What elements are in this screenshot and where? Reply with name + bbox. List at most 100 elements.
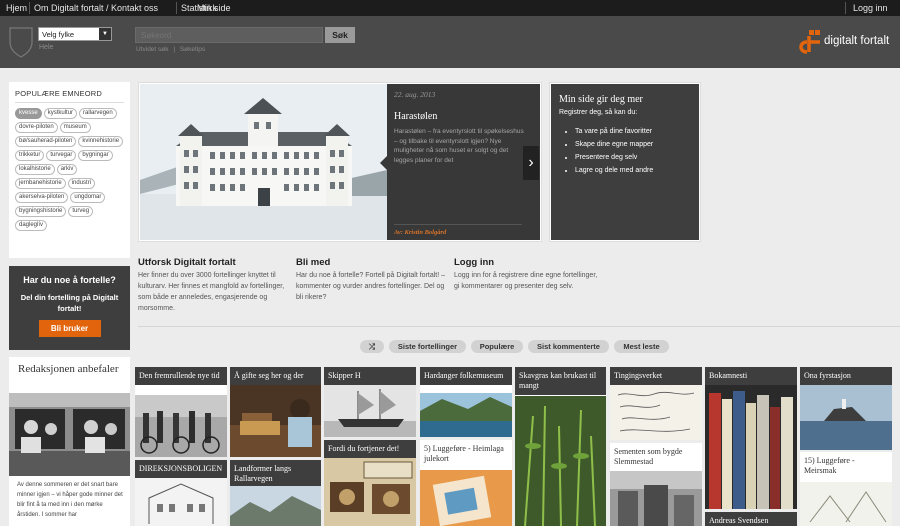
tag-chip[interactable]: museum bbox=[59, 122, 91, 133]
carousel-next-button[interactable]: › bbox=[523, 146, 539, 180]
tag-chip[interactable]: turveg bbox=[68, 206, 94, 217]
tag-chip[interactable]: bø/sauherad-piloten bbox=[15, 136, 77, 147]
story-card[interactable]: Fordi du fortjener det! bbox=[324, 440, 416, 526]
info-login: Logg inn Logg inn for å registrere dine … bbox=[454, 257, 604, 292]
ship-photo bbox=[324, 385, 416, 437]
my-page-promo-title: Min side gir deg mer bbox=[559, 94, 643, 105]
tag-chip[interactable]: kvesse bbox=[15, 108, 42, 119]
recommend-photo[interactable] bbox=[9, 393, 130, 476]
cyclists-photo bbox=[135, 395, 227, 457]
advanced-search-link[interactable]: Utvidet søk bbox=[136, 46, 169, 53]
digitalt-fortalt-logo-icon bbox=[799, 30, 820, 54]
tag-chip[interactable]: bygningshistorie bbox=[15, 206, 67, 217]
nav-login-link[interactable]: Logg inn bbox=[853, 3, 888, 13]
wedding-photo bbox=[230, 385, 321, 457]
info-login-body: Logg inn for å registrere dine egne fort… bbox=[454, 272, 598, 290]
county-hint: Hele bbox=[39, 44, 54, 51]
story-card-title: Hardanger folkemuseum bbox=[420, 367, 512, 385]
tag-chip[interactable]: industri bbox=[67, 178, 96, 189]
story-card[interactable]: Landformer langs Rallarvegen bbox=[230, 460, 321, 526]
cta-title: Har du noe å fortelle? bbox=[23, 275, 116, 285]
story-card[interactable]: Ona fyrstasjon bbox=[800, 367, 892, 450]
search-tips-link[interactable]: Søketips bbox=[180, 46, 205, 53]
story-card-title: Bokamnesti bbox=[705, 367, 797, 385]
story-card[interactable]: Andreas Svendsen bbox=[705, 512, 797, 526]
tag-chip[interactable]: arkiv bbox=[56, 164, 78, 175]
nav-about-link[interactable]: Om Digitalt fortalt / Kontakt oss bbox=[34, 3, 158, 13]
search-button[interactable]: Søk bbox=[325, 27, 355, 43]
shuffle-button[interactable]: ⤮ bbox=[360, 340, 384, 353]
tag-chip[interactable]: akerselva-piloten bbox=[15, 192, 69, 203]
story-card-title: Den fremrullende nye tid bbox=[135, 367, 227, 385]
story-card-title: Sementen som bygde Slemmestad bbox=[610, 443, 702, 471]
my-page-promo-content: Min side gir deg mer Registrer deg, så k… bbox=[551, 84, 699, 240]
search-links: Utvidet søk | Søketips bbox=[136, 46, 205, 53]
carousel-slide[interactable]: 22. aug. 2013 Harastølen Harastølen – fr… bbox=[140, 84, 540, 240]
tag-chip[interactable]: jernbanehistorie bbox=[15, 178, 66, 189]
tag-cloud: kvesse kystkultur rallarvegen dovre-piloten… bbox=[15, 108, 124, 231]
story-card[interactable]: Sementen som bygde Slemmestad bbox=[610, 443, 702, 526]
nav-separator bbox=[29, 2, 30, 14]
become-user-button[interactable]: Bli bruker bbox=[38, 320, 101, 337]
info-join: Bli med Har du noe å fortelle? Fortell p… bbox=[296, 257, 446, 303]
story-card[interactable]: Tingingsverket bbox=[610, 367, 702, 440]
tag-chip[interactable]: dagleglív bbox=[15, 220, 48, 231]
filter-most-commented-button[interactable]: Sist kommenterte bbox=[528, 340, 609, 353]
tag-chip[interactable]: kystkultur bbox=[43, 108, 78, 119]
info-login-title[interactable]: Logg inn bbox=[454, 257, 604, 268]
top-navigation: Hjem Om Digitalt fortalt / Kontakt oss S… bbox=[0, 0, 900, 16]
nav-home-link[interactable]: Hjem bbox=[6, 3, 27, 13]
filter-latest-button[interactable]: Siste fortellinger bbox=[389, 340, 466, 353]
tag-chip[interactable]: ungdomar bbox=[70, 192, 106, 203]
building-sketch-photo bbox=[135, 478, 227, 526]
search-input[interactable] bbox=[135, 27, 323, 43]
tag-chip[interactable]: turvegar bbox=[46, 150, 77, 161]
info-explore-title[interactable]: Utforsk Digitalt fortalt bbox=[138, 257, 288, 268]
recommend-title: Redaksjonen anbefaler bbox=[18, 363, 119, 375]
info-join-title[interactable]: Bli med bbox=[296, 257, 446, 268]
logo-text: digitalt fortalt bbox=[824, 35, 890, 47]
my-page-benefits-list: Ta vare på dine favoritter Skape dine eg… bbox=[559, 125, 691, 177]
filter-popular-button[interactable]: Populære bbox=[471, 340, 523, 353]
story-card-title: 5) Luggeføre - Heimlaga julekort bbox=[420, 440, 512, 468]
cement-factory-photo bbox=[610, 471, 702, 526]
story-card[interactable]: Å gifte seg her og der bbox=[230, 367, 321, 457]
carousel-photo[interactable] bbox=[140, 84, 387, 240]
carousel-title[interactable]: Harastølen bbox=[394, 111, 528, 122]
county-select-value: Velg fylke bbox=[42, 30, 75, 39]
popular-tags-title: POPULÆRE EMNEORD bbox=[15, 89, 124, 103]
story-card[interactable]: Bokamnesti bbox=[705, 367, 797, 509]
story-card[interactable]: Skavgras kan brukast til mangt bbox=[515, 367, 606, 526]
story-card-title: Fordi du fortjener det! bbox=[324, 440, 416, 458]
carousel-body: Harastølen – fra eventyrslott til spøkel… bbox=[394, 128, 524, 164]
tag-chip[interactable]: lokalhistorie bbox=[15, 164, 55, 175]
nav-separator bbox=[176, 2, 177, 14]
carousel-author[interactable]: Av: Kristin Bolgård bbox=[394, 229, 446, 236]
site-logo[interactable]: digitalt fortalt bbox=[797, 28, 889, 54]
winter-sketch-photo bbox=[800, 482, 892, 526]
tag-chip[interactable]: bygningar bbox=[78, 150, 113, 161]
story-card-title: Andreas Svendsen bbox=[705, 512, 797, 526]
story-card[interactable]: 15) Luggeføre - Meirsmak bbox=[800, 452, 892, 526]
story-card-title: Å gifte seg her og der bbox=[230, 367, 321, 385]
filter-most-read-button[interactable]: Mest leste bbox=[614, 340, 669, 353]
nav-mypage-link[interactable]: Min side bbox=[197, 3, 231, 13]
tag-chip[interactable]: trikketur bbox=[15, 150, 45, 161]
featured-carousel: 22. aug. 2013 Harastølen Harastølen – fr… bbox=[138, 82, 542, 242]
train-window-photo bbox=[9, 393, 130, 476]
story-card[interactable]: Den fremrullende nye tid bbox=[135, 367, 227, 457]
chevron-down-icon: ▼ bbox=[99, 28, 111, 40]
tag-chip[interactable]: kvinnehistorie bbox=[78, 136, 124, 147]
story-card[interactable]: 5) Luggeføre - Heimlaga julekort bbox=[420, 440, 512, 526]
story-card[interactable]: DIREKSJONSBOLIGEN bbox=[135, 460, 227, 526]
tag-chip[interactable]: rallarvegen bbox=[79, 108, 117, 119]
search-link-separator: | bbox=[173, 46, 176, 53]
mountain-landscape-photo bbox=[230, 486, 321, 526]
story-card[interactable]: Hardanger folkemuseum bbox=[420, 367, 512, 437]
story-card-title: DIREKSJONSBOLIGEN bbox=[135, 460, 227, 478]
carousel-notch bbox=[380, 156, 387, 170]
story-card[interactable]: Skipper H bbox=[324, 367, 416, 437]
county-select[interactable]: Velg fylke ▼ bbox=[38, 27, 112, 41]
tag-chip[interactable]: dovre-piloten bbox=[15, 122, 58, 133]
benefit-item: Lagre og dele med andre bbox=[575, 164, 691, 177]
